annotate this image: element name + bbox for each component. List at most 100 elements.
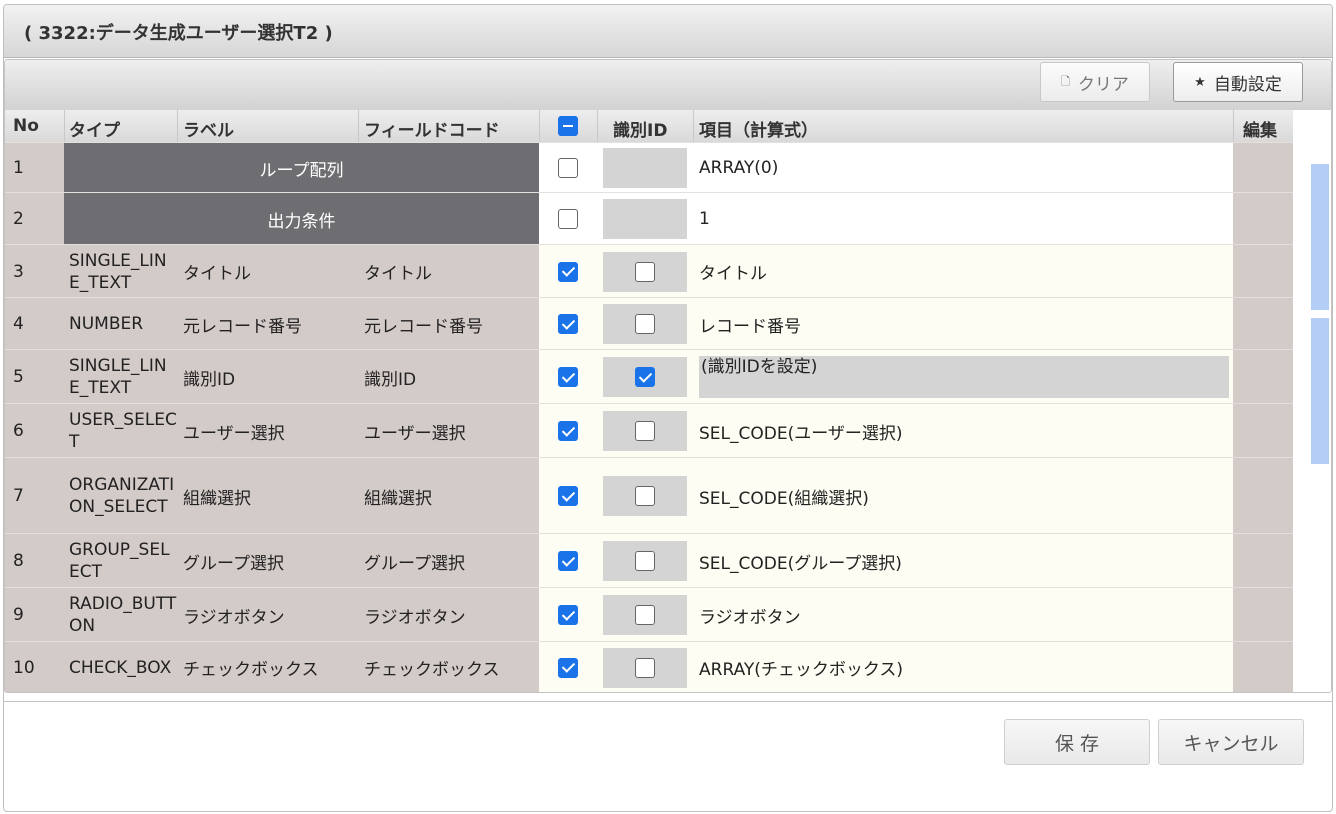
row-section-label: ループ配列: [64, 143, 539, 193]
table-row: 4 NUMBER 元レコード番号 元レコード番号 レコード番号: [5, 297, 1293, 350]
edit-cell[interactable]: [1233, 350, 1293, 404]
table-row: 10 CHECK_BOX チェックボックス チェックボックス ARRAY(チェッ…: [5, 641, 1293, 692]
header-field-code: フィールドコード: [364, 121, 500, 141]
expression-cell[interactable]: (識別IDを設定): [693, 350, 1233, 404]
expression-cell[interactable]: SEL_CODE(ユーザー選択): [693, 404, 1233, 458]
expression-cell[interactable]: ARRAY(チェックボックス): [693, 642, 1233, 692]
id-checkbox[interactable]: [635, 551, 655, 571]
expression-cell[interactable]: SEL_CODE(グループ選択): [693, 534, 1233, 588]
row-checkbox[interactable]: [558, 261, 578, 282]
expression-cell[interactable]: タイトル: [693, 245, 1233, 298]
edit-cell[interactable]: [1233, 458, 1293, 534]
expression-cell[interactable]: 1: [693, 193, 1233, 245]
type-cell: USER_SELECT: [64, 404, 177, 458]
label-cell: 元レコード番号: [177, 298, 358, 350]
table-row: 7 ORGANIZATION_SELECT 組織選択 組織選択 SEL_CODE…: [5, 457, 1293, 534]
toolbar: 🗋 クリア ★ 自動設定: [5, 60, 1331, 110]
row-no: 1: [5, 143, 64, 193]
row-checkbox[interactable]: [558, 657, 578, 678]
edit-cell[interactable]: [1233, 245, 1293, 298]
vertical-scrollbar[interactable]: [1293, 142, 1331, 692]
document-icon: 🗋: [1061, 74, 1070, 88]
row-checkbox[interactable]: [558, 158, 578, 178]
id-checkbox[interactable]: [635, 605, 655, 625]
type-cell: NUMBER: [64, 298, 177, 350]
edit-cell[interactable]: [1233, 404, 1293, 458]
label-cell: 組織選択: [177, 458, 358, 534]
field-code-cell: 元レコード番号: [358, 298, 539, 350]
clear-button-label: クリア: [1077, 74, 1129, 95]
header-edit: 編集: [1243, 121, 1277, 141]
row-checkbox[interactable]: [558, 367, 578, 387]
row-checkbox[interactable]: [558, 551, 578, 571]
save-button[interactable]: 保 存: [1004, 719, 1150, 765]
dialog-title: ( 3322:データ生成ユーザー選択T2 ): [24, 23, 333, 44]
expression-readonly: (識別IDを設定): [699, 356, 1229, 398]
star-icon: ★: [1194, 74, 1206, 90]
row-checkbox[interactable]: [558, 314, 578, 334]
edit-cell[interactable]: [1233, 534, 1293, 588]
field-code-cell: 識別ID: [358, 350, 539, 404]
edit-cell[interactable]: [1233, 193, 1293, 245]
row-no: 2: [5, 193, 64, 245]
clear-button[interactable]: 🗋 クリア: [1040, 62, 1150, 102]
row-checkbox[interactable]: [558, 486, 578, 506]
auto-set-button-label: 自動設定: [1213, 74, 1282, 95]
table-row: 9 RADIO_BUTTON ラジオボタン ラジオボタン ラジオボタン: [5, 587, 1293, 642]
edit-cell[interactable]: [1233, 588, 1293, 642]
label-cell: タイトル: [177, 245, 358, 298]
row-checkbox[interactable]: [558, 421, 578, 441]
type-cell: SINGLE_LINE_TEXT: [64, 245, 177, 298]
type-cell: ORGANIZATION_SELECT: [64, 458, 177, 534]
field-code-cell: ユーザー選択: [358, 404, 539, 458]
id-checkbox[interactable]: [635, 657, 655, 678]
cancel-button[interactable]: キャンセル: [1158, 719, 1304, 765]
scrollbar-thumb[interactable]: [1311, 164, 1329, 310]
id-checkbox[interactable]: [635, 367, 655, 387]
scrollbar-track-segment[interactable]: [1311, 318, 1329, 464]
content-panel: 🗋 クリア ★ 自動設定 No タイプ ラベル フィールドコード 識別ID 項目…: [4, 59, 1332, 693]
row-checkbox[interactable]: [558, 209, 578, 229]
header-type: タイプ: [69, 121, 120, 141]
row-no: 9: [5, 588, 64, 642]
row-no: 7: [5, 458, 64, 534]
id-checkbox[interactable]: [635, 314, 655, 334]
label-cell: グループ選択: [177, 534, 358, 588]
expression-cell[interactable]: ラジオボタン: [693, 588, 1233, 642]
table-row: 6 USER_SELECT ユーザー選択 ユーザー選択 SEL_CODE(ユーザ…: [5, 403, 1293, 458]
edit-cell[interactable]: [1233, 298, 1293, 350]
row-no: 10: [5, 642, 64, 692]
table-row: 5 SINGLE_LINE_TEXT 識別ID 識別ID (識別IDを設定): [5, 349, 1293, 404]
label-cell: ユーザー選択: [177, 404, 358, 458]
id-cell: [603, 199, 687, 239]
field-code-cell: ラジオボタン: [358, 588, 539, 642]
id-checkbox[interactable]: [635, 486, 655, 506]
type-cell: GROUP_SELECT: [64, 534, 177, 588]
label-cell: 識別ID: [177, 350, 358, 404]
table-row: 2 出力条件 1: [5, 192, 1293, 245]
dialog: ( 3322:データ生成ユーザー選択T2 ) 🗋 クリア ★ 自動設定 No タ…: [3, 4, 1333, 812]
edit-cell[interactable]: [1233, 143, 1293, 193]
header-label: ラベル: [183, 121, 234, 141]
expression-cell[interactable]: SEL_CODE(組織選択): [693, 458, 1233, 534]
id-checkbox[interactable]: [635, 261, 655, 282]
expression-cell[interactable]: レコード番号: [693, 298, 1233, 350]
field-code-cell: タイトル: [358, 245, 539, 298]
id-cell: [603, 148, 687, 188]
expression-cell[interactable]: ARRAY(0): [693, 143, 1233, 193]
field-code-cell: グループ選択: [358, 534, 539, 588]
select-all-checkbox[interactable]: [558, 116, 578, 136]
edit-cell[interactable]: [1233, 642, 1293, 692]
type-cell: SINGLE_LINE_TEXT: [64, 350, 177, 404]
header-expression: 項目（計算式）: [699, 121, 818, 141]
table-row: 8 GROUP_SELECT グループ選択 グループ選択 SEL_CODE(グル…: [5, 533, 1293, 588]
auto-set-button[interactable]: ★ 自動設定: [1173, 62, 1303, 102]
id-checkbox[interactable]: [635, 421, 655, 441]
field-code-cell: 組織選択: [358, 458, 539, 534]
row-checkbox[interactable]: [558, 605, 578, 625]
header-id: 識別ID: [613, 121, 668, 141]
label-cell: チェックボックス: [177, 642, 358, 692]
row-no: 3: [5, 245, 64, 298]
title-bar: ( 3322:データ生成ユーザー選択T2 ): [4, 5, 1332, 58]
type-cell: RADIO_BUTTON: [64, 588, 177, 642]
